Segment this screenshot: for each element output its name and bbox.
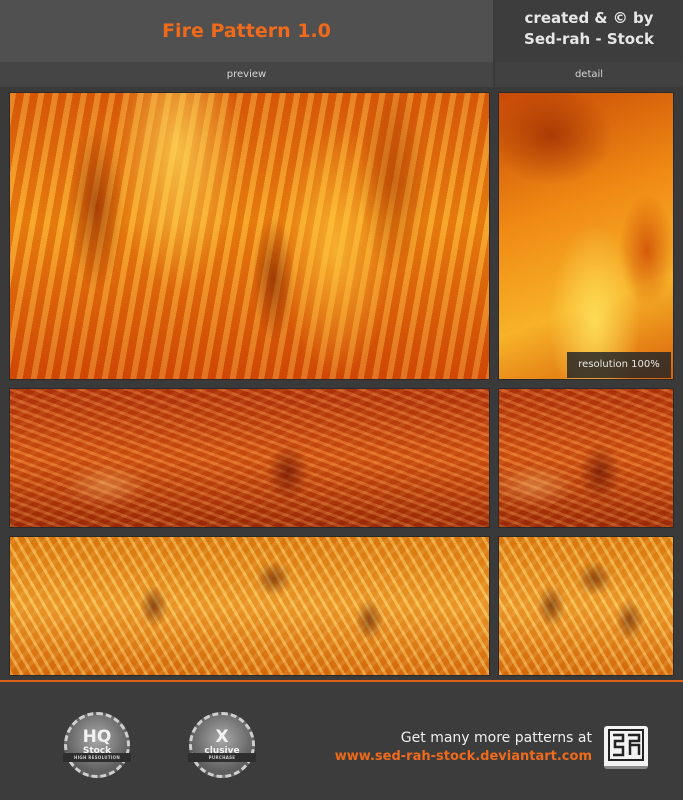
preview-label: preview [0,62,493,87]
detail-image-large [499,93,673,379]
exclusive-seal-icon: X clusive PURCHASE [188,712,256,778]
credit-line-2: Sed-rah - Stock [524,30,654,48]
hq-seal-main: HQ [82,727,112,747]
exclusive-seal-ribbon: PURCHASE [188,753,256,762]
preview-image-small [10,537,489,675]
more-patterns-text: Get many more patterns at [400,730,592,746]
deviantart-link[interactable]: www.sed-rah-stock.deviantart.com [300,748,592,766]
hq-seal-ribbon: HIGH RESOLUTION [63,753,131,762]
credit-text: created & © by Sed-rah - Stock [495,8,683,50]
detail-image-medium [499,389,673,527]
resolution-badge: resolution 100% [567,352,671,378]
credit-line-1: created & © by [524,9,654,27]
exclusive-seal-main: X [215,727,229,747]
sed-rah-logo-icon[interactable] [604,726,648,769]
detail-label: detail [495,62,683,87]
preview-image-medium [10,389,489,527]
detail-image-small [499,537,673,675]
page-title: Fire Pattern 1.0 [162,20,331,42]
preview-image-large [10,93,489,379]
hq-stock-seal-icon: HQ Stock HIGH RESOLUTION [63,712,131,778]
